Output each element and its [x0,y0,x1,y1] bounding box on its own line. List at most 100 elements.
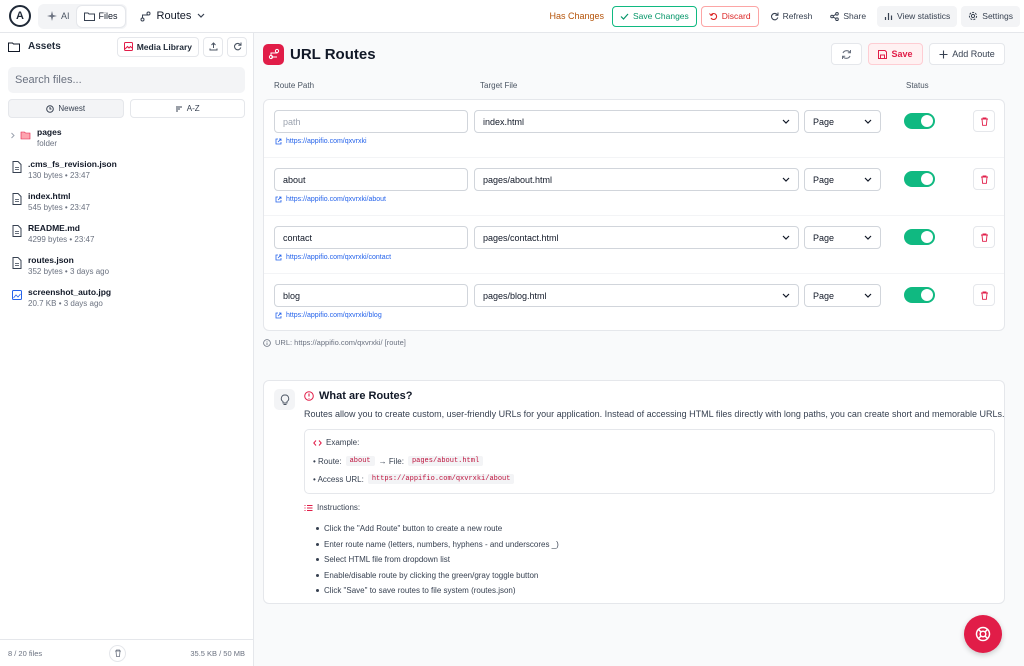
view-statistics-button[interactable]: View statistics [877,5,958,27]
url-pattern-note: URL: https://appifio.com/qxvrxki/ [route… [263,338,406,347]
route-url-link[interactable]: https://appifio.com/qxvrxki/blog [275,312,382,319]
list-item[interactable]: screenshot_auto.jpg 20.7 KB • 3 days ago [0,287,253,319]
target-file-select[interactable]: pages/about.html [474,168,799,191]
assets-sidebar: Assets Media Library Newest A-Z pages [0,33,254,666]
search-input[interactable] [15,74,245,86]
chevron-right-icon[interactable] [10,129,16,141]
route-type-select[interactable]: Page [804,284,881,307]
help-fab-button[interactable] [964,615,1002,653]
refresh-files-button[interactable] [227,36,247,57]
route-url-link[interactable]: https://appifio.com/qxvrxki/contact [275,254,391,261]
external-link-icon [275,196,282,203]
discard-button[interactable]: Discard [700,5,759,27]
refresh-icon [842,49,851,59]
delete-route-button[interactable] [973,110,995,132]
app-logo[interactable]: A [9,5,31,27]
route-url-link[interactable]: https://appifio.com/qxvrxki [275,138,367,145]
sort-az-button[interactable]: A-Z [129,99,245,118]
route-status-toggle[interactable] [904,287,935,303]
target-file-select[interactable]: index.html [474,110,799,133]
share-button[interactable]: Share [823,5,874,27]
route-path-input[interactable]: contact [274,226,468,249]
target-file-value: pages/blog.html [483,290,547,301]
list-item[interactable]: pages folder [0,127,253,159]
file-count: 8 / 20 files [8,648,43,658]
example-route-line: • Route: about → File: pages/about.html [313,456,484,466]
instructions-title-text: Instructions: [317,503,361,512]
target-file-value: index.html [483,116,525,127]
media-library-button[interactable]: Media Library [116,36,199,57]
settings-button[interactable]: Settings [961,5,1020,27]
list-item[interactable]: routes.json 352 bytes • 3 days ago [0,255,253,287]
help-description: Routes allow you to create custom, user-… [304,409,1005,419]
route-path-input[interactable]: path [274,110,468,133]
tab-files-label: Files [98,11,118,21]
add-route-button[interactable]: Add Route [929,43,1005,65]
file-meta: 352 bytes • 3 days ago [28,267,110,276]
refresh-button[interactable]: Refresh [762,5,820,27]
list-item[interactable]: README.md 4299 bytes • 23:47 [0,223,253,255]
route-path-input[interactable]: blog [274,284,468,307]
instructions-title: Instructions: [304,503,360,512]
folder-icon [83,12,95,21]
file-name: routes.json [28,255,74,265]
bar-chart-icon [884,12,893,20]
gear-icon [969,11,978,21]
chevron-down-icon [197,13,205,18]
alert-circle-icon [304,391,314,401]
list-item[interactable]: .cms_fs_revision.json 130 bytes • 23:47 [0,159,253,191]
route-selector[interactable]: Routes [140,10,206,22]
save-icon [878,49,888,59]
delete-route-button[interactable] [973,168,995,190]
column-status: Status [906,81,929,90]
sort-newest-label: Newest [58,104,86,113]
example-file-code: pages/about.html [407,456,484,466]
route-url: https://appifio.com/qxvrxki/blog [286,312,382,319]
share-icon [830,11,840,21]
clear-files-button[interactable] [109,644,127,662]
reload-routes-button[interactable] [831,43,862,65]
target-file-select[interactable]: pages/contact.html [474,226,799,249]
instruction-item: Enable/disable route by clicking the gre… [316,568,559,584]
help-panel: What are Routes? Routes allow you to cre… [263,380,1005,604]
route-type-select[interactable]: Page [804,168,881,191]
image-icon [12,290,22,300]
route-url-link[interactable]: https://appifio.com/qxvrxki/about [275,196,386,203]
tab-files[interactable]: Files [76,5,125,27]
delete-route-button[interactable] [973,284,995,306]
route-status-toggle[interactable] [904,229,935,245]
instruction-item: Select HTML file from dropdown list [316,552,559,568]
tab-ai[interactable]: AI [40,6,77,27]
delete-route-button[interactable] [973,226,995,248]
route-path-input[interactable]: about [274,168,468,191]
route-selector-label: Routes [156,10,192,22]
external-link-icon [275,254,282,261]
table-row: blog pages/blog.html Page https://appifi… [264,274,1004,332]
target-file-select[interactable]: pages/blog.html [474,284,799,307]
sort-az-label: A-Z [186,104,200,113]
tab-ai-label: AI [61,11,70,21]
save-button[interactable]: Save [868,43,923,65]
table-row: about pages/about.html Page https://appi… [264,158,1004,216]
sort-newest-button[interactable]: Newest [8,99,124,118]
example-box: Example: • Route: about → File: pages/ab… [304,429,995,494]
trash-icon [114,649,121,657]
upload-button[interactable] [203,36,223,57]
route-status-toggle[interactable] [904,113,935,129]
target-file-value: pages/about.html [483,174,553,185]
list-item[interactable]: index.html 545 bytes • 23:47 [0,191,253,223]
file-meta: 130 bytes • 23:47 [28,171,90,180]
example-access-line: • Access URL: https://appifio.com/qxvrxk… [313,474,515,484]
file-name: screenshot_auto.jpg [28,287,112,297]
route-type-select[interactable]: Page [804,226,881,249]
list-icon [304,504,313,511]
save-label: Save [891,49,913,59]
route-status-toggle[interactable] [904,171,935,187]
sort-icon [175,106,182,111]
save-changes-button[interactable]: Save Changes [612,5,697,27]
chevron-down-icon [782,177,790,182]
route-type-select[interactable]: Page [804,110,881,133]
table-row: path index.html Page https://appifio.com… [264,100,1004,158]
file-name: pages [37,127,62,137]
life-buoy-icon [975,626,991,642]
